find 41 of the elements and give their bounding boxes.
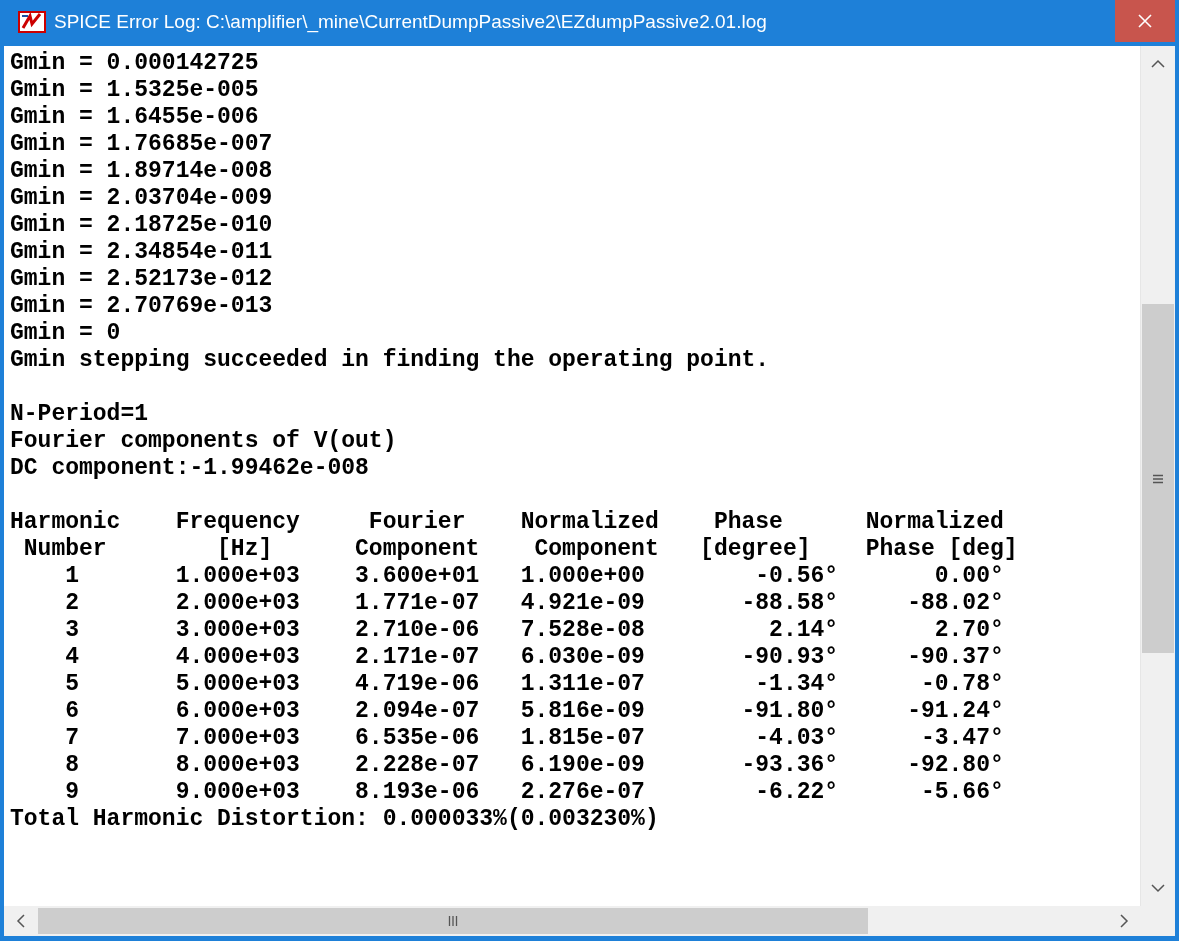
- log-line: 7 7.000e+03 6.535e-06 1.815e-07 -4.03° -3.47°: [64, 725, 1004, 752]
- log-line: 8 8.000e+03 2.228e-07 6.190e-09 -93.36° -92.80°: [64, 752, 1004, 779]
- close-icon: [1137, 13, 1153, 29]
- log-line: 9 9.000e+03 8.193e-06 2.276e-07 -6.22° -5.66°: [64, 779, 1004, 806]
- horizontal-scrollbar[interactable]: [4, 906, 1141, 936]
- log-line: Total Harmonic Distortion: 0.000033%(0.003230%): [10, 806, 659, 833]
- log-line: N-Period=1: [10, 401, 149, 428]
- log-line: 3 3.000e+03 2.710e-06 7.528e-08 2.14° 2.70°: [64, 617, 1004, 644]
- log-line: Number [Hz] Component Component [degree] Phase [deg]: [22, 536, 1018, 563]
- log-line: 2 2.000e+03 1.771e-07 4.921e-09 -88.58° -88.02°: [64, 590, 1004, 617]
- grip-icon: [1152, 473, 1164, 484]
- scroll-thumb[interactable]: [38, 908, 868, 934]
- vertical-scrollbar[interactable]: [1140, 46, 1175, 906]
- log-line: Gmin = 0: [10, 320, 121, 347]
- log-line: Gmin = 2.70769e-013: [10, 293, 273, 320]
- scroll-down-icon[interactable]: [1151, 883, 1165, 893]
- log-line: 4 4.000e+03 2.171e-07 6.030e-09 -90.93° -90.37°: [64, 644, 1004, 671]
- log-line: Gmin = 0.000142725: [10, 50, 259, 77]
- scroll-up-icon[interactable]: [1151, 59, 1165, 69]
- log-line: Gmin = 2.03704e-009: [10, 185, 273, 212]
- app-logo-icon: [18, 10, 46, 34]
- log-line: Harmonic Frequency Fourier Normalized Phase Normalized: [10, 509, 1004, 536]
- scroll-left-icon[interactable]: [16, 914, 26, 928]
- log-line: Gmin = 2.18725e-010: [10, 212, 273, 239]
- log-line: Fourier components of V(out): [10, 428, 397, 455]
- log-line: 6 6.000e+03 2.094e-07 5.816e-09 -91.80° -91.24°: [64, 698, 1004, 725]
- scroll-right-icon[interactable]: [1119, 914, 1129, 928]
- window-title: SPICE Error Log: C:\amplifier\_mine\CurrentDumpPassive2\EZdumpPassive2.01.log: [54, 11, 768, 33]
- log-line: Gmin = 1.89714e-008: [10, 158, 273, 185]
- log-line: Gmin = 2.52173e-012: [10, 266, 273, 293]
- log-line: 1 1.000e+03 3.600e+01 1.000e+00 -0.56° 0.00°: [64, 563, 1004, 590]
- log-line: DC component:-1.99462e-008: [10, 455, 369, 482]
- scroll-thumb[interactable]: [1142, 304, 1174, 653]
- log-line: Gmin = 1.5325e-005: [10, 77, 259, 104]
- log-line: Gmin = 2.34854e-011: [10, 239, 273, 266]
- log-line: Gmin stepping succeeded in finding the operating point.: [10, 347, 770, 374]
- grip-icon: [448, 915, 458, 927]
- log-line: 5 5.000e+03 4.719e-06 1.311e-07 -1.34° -0.78°: [64, 671, 1004, 698]
- log-line: Gmin = 1.76685e-007: [10, 131, 273, 158]
- log-line: Gmin = 1.6455e-006: [10, 104, 259, 131]
- close-button[interactable]: [1115, 0, 1175, 42]
